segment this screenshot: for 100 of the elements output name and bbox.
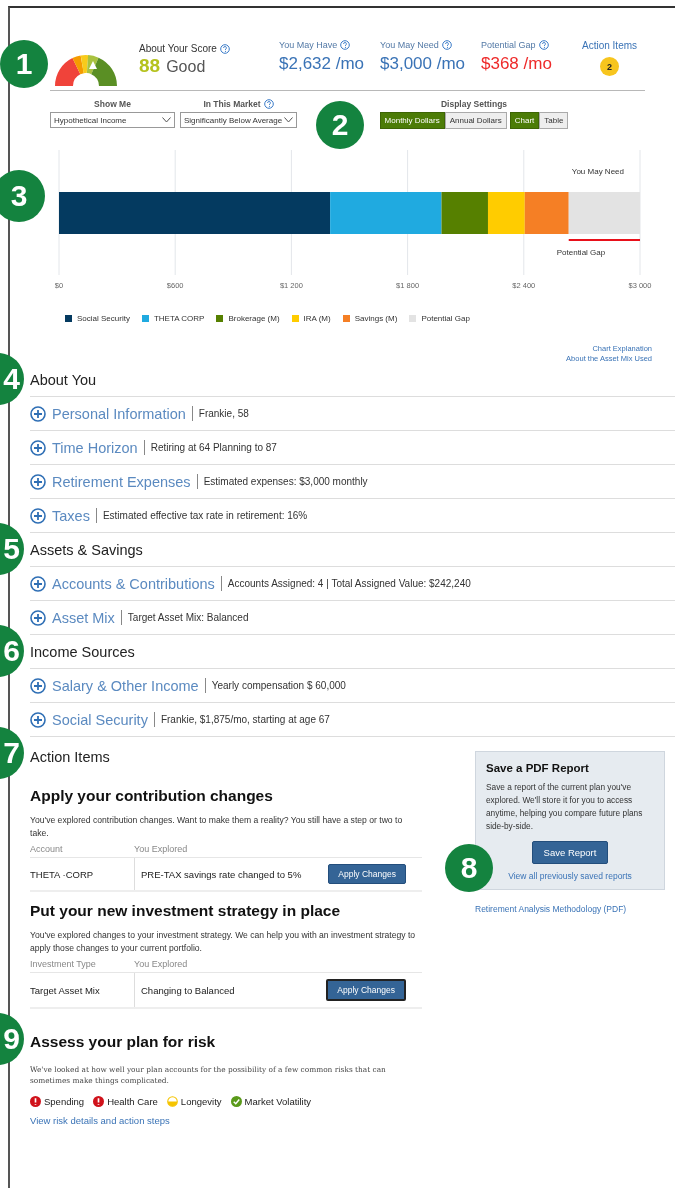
callout-marker: 4 (0, 353, 24, 405)
half-circle-icon (166, 1096, 178, 1107)
stat-value: $2,632 /mo (279, 54, 366, 74)
row-detail: Target Asset Mix: Balanced (127, 612, 249, 623)
saved-reports-link[interactable]: View all previously saved reports (508, 871, 632, 881)
legend-label: THETA CORP (153, 314, 205, 323)
row-detail: Estimated expenses: $3,000 monthly (203, 476, 368, 487)
callout-marker: 2 (316, 101, 364, 149)
expand-icon[interactable] (30, 405, 46, 422)
card-text: You've explored changes to your investment strategy. We can help you with an investment strategy to apply those changes to your current portfolio. (30, 929, 417, 955)
row-detail: Retiring at 64 Planning to 87 (150, 442, 277, 453)
section-link[interactable]: Time Horizon (52, 439, 138, 456)
section-link[interactable]: Accounts & Contributions (52, 575, 215, 592)
expand-icon[interactable] (30, 609, 46, 626)
risk-label: Market Volatility (244, 1096, 312, 1107)
section-title: Income Sources (30, 643, 135, 660)
risk-label: Longevity (180, 1096, 222, 1107)
save-report-button[interactable]: Save Report (531, 841, 609, 864)
annotation-label: You May Need (571, 167, 624, 176)
callout-marker: 6 (0, 625, 24, 677)
legend-label: Social Security (77, 314, 130, 323)
expand-icon[interactable] (30, 473, 46, 490)
card-title: Apply your contribution changes (30, 787, 274, 805)
section-link[interactable]: Personal Information (52, 405, 186, 422)
column-header: You Explored (134, 959, 188, 971)
chevron-down-icon (162, 117, 171, 123)
row-detail: Frankie, $1,875/mo, starting at age 67 (160, 714, 330, 725)
legend-swatch (291, 315, 299, 322)
legend-swatch (141, 315, 149, 322)
panel-text: Save a report of the current plan you've explored. We'll store it for you to access anytime, helping you compare future plans side-by-side. (486, 781, 644, 833)
row-detail: Frankie, 58 (198, 408, 249, 419)
risk-label: Health Care (107, 1096, 158, 1107)
help-icon[interactable] (441, 40, 452, 50)
toggle-button[interactable]: Table (539, 112, 569, 129)
field-label: Display Settings (440, 99, 508, 109)
risk-details-link[interactable]: View risk details and action steps (30, 1115, 422, 1126)
legend-swatch (216, 315, 224, 322)
help-icon[interactable] (263, 99, 274, 109)
section-link[interactable]: Asset Mix (52, 609, 115, 626)
table-cell-text: PRE-TAX savings rate changed to 5% (141, 868, 303, 880)
callout-marker: 3 (0, 170, 45, 222)
toggle-button[interactable]: Annual Dollars (444, 112, 507, 129)
expand-icon[interactable] (30, 711, 46, 728)
stat-value: $3,000 /mo (380, 54, 467, 74)
apply-changes-button[interactable]: Apply Changes (328, 864, 406, 884)
legend-label: IRA (M) (303, 314, 331, 323)
callout-marker: 9 (0, 1013, 24, 1065)
section-title: About You (30, 371, 97, 388)
stat-label: You May Have (279, 40, 338, 50)
callout-marker: 7 (0, 727, 24, 779)
methodology-link[interactable]: Retirement Analysis Methodology (PDF) (475, 904, 665, 914)
toggle-button[interactable]: Chart (509, 112, 540, 129)
section-title: Action Items (30, 749, 110, 765)
section-link[interactable]: Social Security (52, 711, 148, 728)
chevron-down-icon (284, 117, 294, 123)
expand-icon[interactable] (30, 439, 46, 456)
column-header: Investment Type (30, 959, 97, 971)
help-icon[interactable] (538, 40, 549, 50)
field-label: In This Market (203, 99, 261, 109)
section-link[interactable]: Taxes (52, 507, 90, 524)
count-badge: 2 (600, 57, 619, 76)
card-title: Assess your plan for risk (30, 1033, 217, 1051)
help-icon[interactable] (340, 40, 351, 50)
legend-label: Potential Gap (421, 314, 470, 323)
toggle-button[interactable]: Monthly Dollars (379, 112, 445, 129)
table-cell-text: Target Asset Mix (30, 983, 101, 998)
row-detail: Yearly compensation $ 60,000 (211, 680, 346, 691)
section-link[interactable]: Retirement Expenses (52, 473, 191, 490)
legend-label: Savings (M) (354, 314, 398, 323)
alert-icon (30, 1096, 41, 1107)
stat-value: $368 /mo (481, 54, 553, 74)
show-me-dropdown[interactable]: Hypothetical Income (50, 112, 175, 128)
table-cell-text: THETA ·CORP (30, 867, 95, 882)
column-header: Account (30, 844, 64, 856)
section-title: Assets & Savings (30, 541, 143, 558)
stat-label: Potential Gap (481, 40, 536, 50)
row-detail: Accounts Assigned: 4 | Total Assigned Value: $242,240 (227, 578, 471, 589)
help-icon[interactable] (219, 43, 230, 54)
legend-label: Brokerage (M) (228, 314, 280, 323)
expand-icon[interactable] (30, 507, 46, 524)
legend-swatch (342, 315, 350, 322)
annotation-label: Potential Gap (556, 248, 606, 257)
apply-changes-button[interactable]: Apply Changes (326, 979, 406, 1001)
callout-marker: 5 (0, 523, 24, 575)
expand-icon[interactable] (30, 677, 46, 694)
panel-title: Save a PDF Report (486, 762, 589, 774)
action-items-link[interactable]: Action Items (582, 40, 638, 51)
callout-marker: 8 (445, 844, 493, 892)
check-circle-icon (230, 1096, 242, 1107)
callout-marker: 1 (0, 40, 48, 88)
section-link[interactable]: Salary & Other Income (52, 677, 199, 694)
card-title: Put your new investment strategy in place (30, 902, 342, 920)
expand-icon[interactable] (30, 575, 46, 592)
market-dropdown[interactable]: Significantly Below Average (180, 112, 297, 128)
score-value: 88 (139, 55, 161, 77)
risk-label: Spending (44, 1096, 85, 1107)
field-label: Show Me (94, 99, 131, 109)
row-detail: Estimated effective tax rate in retirement: 16% (102, 510, 308, 521)
alert-icon (93, 1096, 105, 1107)
legend-swatch (65, 315, 72, 322)
